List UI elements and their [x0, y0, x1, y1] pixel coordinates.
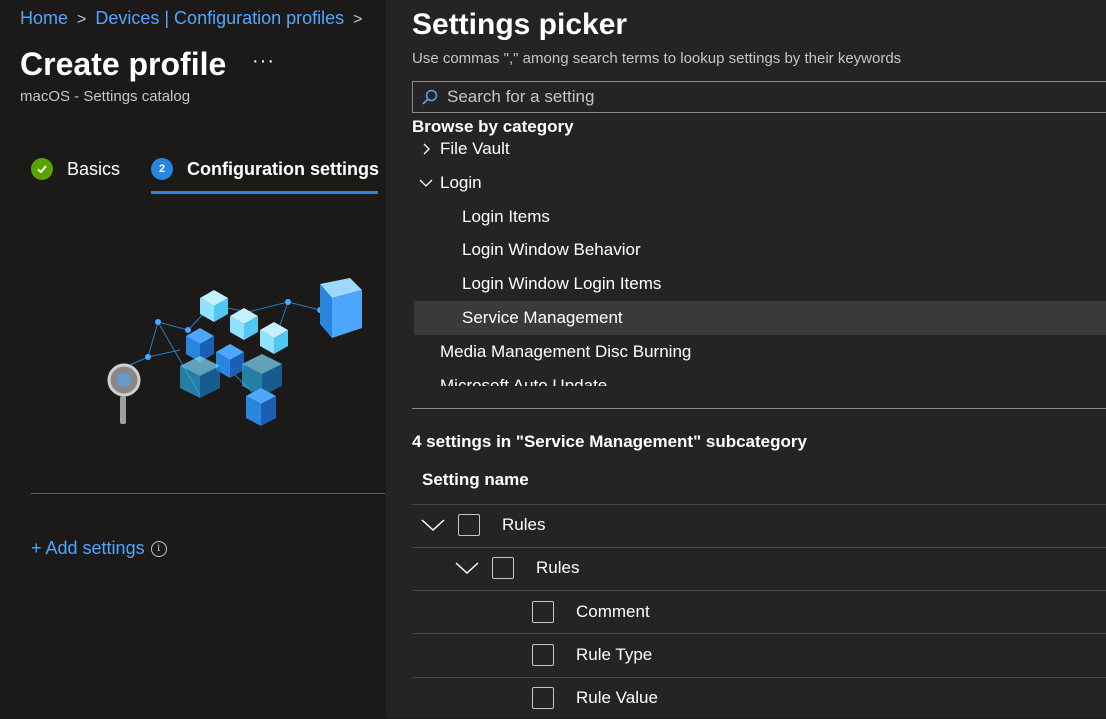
setting-label: Comment — [576, 601, 650, 621]
browse-by-category-label: Browse by category — [412, 117, 574, 136]
subcategory-label: Login Items — [462, 207, 550, 226]
search-input[interactable] — [445, 86, 1089, 108]
results-count-label: 4 settings in "Service Management" subca… — [412, 432, 807, 451]
setting-label: Rule Value — [576, 687, 658, 707]
picker-hint: Use commas "," among search terms to loo… — [412, 50, 902, 67]
breadcrumb: Home > Devices | Configuration profiles > — [20, 8, 372, 29]
category-file-vault[interactable]: File Vault — [412, 139, 1106, 166]
info-icon[interactable]: i — [150, 540, 167, 557]
add-settings-link[interactable]: + Add settings i — [31, 538, 167, 559]
chevron-down-icon[interactable] — [412, 178, 440, 188]
category-label: Media Management Disc Burning — [440, 342, 692, 361]
category-microsoft-auto-update[interactable]: Microsoft Auto Update — [412, 369, 1106, 386]
subcategory-login-window-login-items[interactable]: Login Window Login Items — [412, 267, 1106, 301]
settings-picker-panel: Settings picker Use commas "," among sea… — [386, 0, 1106, 718]
active-step-indicator — [151, 191, 378, 194]
category-label: File Vault — [440, 139, 510, 158]
search-box[interactable] — [412, 81, 1106, 113]
subcategory-label: Login Window Behavior — [462, 240, 641, 259]
more-options-icon[interactable]: ··· — [252, 50, 275, 73]
step-configuration-label: Configuration settings — [187, 158, 379, 179]
setting-label: Rules — [502, 514, 546, 534]
setting-label: Rules — [536, 557, 580, 577]
step-number-badge: 2 — [151, 158, 173, 180]
breadcrumb-devices-link[interactable]: Devices | Configuration profiles — [95, 8, 344, 28]
setting-row-rule-type[interactable]: Rule Type — [412, 633, 1106, 676]
step-basics[interactable]: Basics — [31, 158, 120, 180]
category-label: Login — [440, 173, 482, 192]
setting-row-rule-value[interactable]: Rule Value — [412, 676, 1106, 719]
search-icon — [421, 88, 439, 106]
checkbox[interactable] — [458, 513, 480, 536]
setting-row-rules-nested[interactable]: Rules — [412, 546, 1106, 589]
setting-row-rules[interactable]: Rules — [412, 503, 1106, 546]
setting-row-comment[interactable]: Comment — [412, 590, 1106, 633]
category-media-management-disc-burning[interactable]: Media Management Disc Burning — [412, 335, 1106, 369]
add-settings-label: + Add settings — [31, 538, 145, 558]
create-profile-pane: Home > Devices | Configuration profiles > C… — [0, 0, 386, 718]
checkbox[interactable] — [492, 556, 514, 579]
checkmark-icon — [31, 158, 53, 180]
page-subtitle: macOS - Settings catalog — [20, 88, 191, 105]
chevron-right-icon[interactable] — [412, 143, 440, 155]
divider — [31, 493, 385, 494]
subcategory-service-management[interactable]: Service Management — [414, 301, 1106, 335]
column-header-setting-name[interactable]: Setting name — [422, 470, 529, 490]
checkbox[interactable] — [532, 600, 554, 623]
chevron-right-icon: > — [77, 11, 87, 28]
subcategory-login-window-behavior[interactable]: Login Window Behavior — [412, 233, 1106, 267]
subcategory-login-items[interactable]: Login Items — [412, 200, 1106, 234]
chevron-right-icon: > — [353, 11, 363, 28]
category-tree[interactable]: File Vault Login Login Items Login Windo… — [412, 139, 1106, 386]
setting-label: Rule Type — [576, 644, 653, 664]
breadcrumb-home-link[interactable]: Home — [20, 8, 68, 28]
checkbox[interactable] — [532, 686, 554, 709]
subcategory-label: Service Management — [462, 308, 623, 327]
chevron-down-icon[interactable] — [420, 518, 446, 532]
step-configuration-settings[interactable]: 2 Configuration settings — [151, 158, 379, 180]
checkbox[interactable] — [532, 643, 554, 666]
subcategory-label: Login Window Login Items — [462, 274, 662, 293]
settings-illustration — [107, 278, 362, 426]
divider — [412, 408, 1106, 409]
category-label: Microsoft Auto Update — [440, 376, 608, 386]
category-login[interactable]: Login — [412, 166, 1106, 200]
chevron-down-icon[interactable] — [454, 561, 480, 575]
step-basics-label: Basics — [67, 158, 121, 179]
picker-title: Settings picker — [412, 8, 628, 41]
page-title: Create profile — [20, 46, 227, 82]
